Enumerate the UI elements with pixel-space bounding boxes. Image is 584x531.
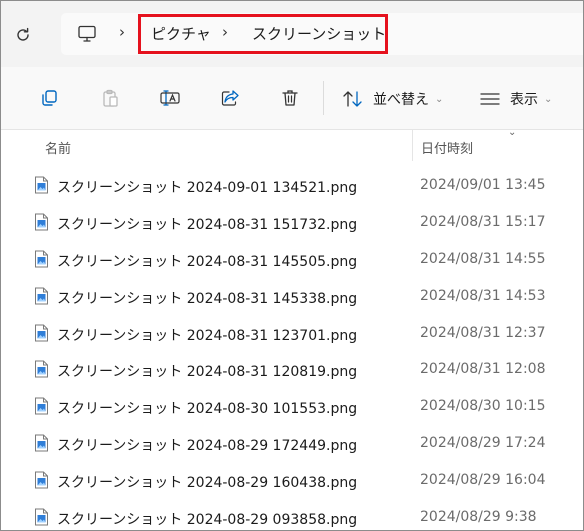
file-name: スクリーンショット 2024-09-01 134521.png	[57, 180, 358, 196]
file-name: スクリーンショット 2024-08-29 093858.png	[57, 512, 358, 529]
image-file-icon	[34, 508, 49, 530]
image-file-icon	[34, 324, 49, 346]
breadcrumb-separator[interactable]: ›	[119, 23, 125, 41]
image-file-icon	[34, 434, 49, 456]
command-bar: 並べ替え ⌄ 表示 ⌄	[1, 67, 583, 130]
toolbar-divider	[323, 81, 324, 115]
image-file-icon	[34, 213, 49, 235]
highlight-box	[138, 14, 388, 54]
file-row[interactable]: スクリーンショット 2024-08-31 123701.png 2024/08/3…	[1, 315, 583, 352]
file-date: 2024/08/29 9:38	[420, 509, 537, 526]
refresh-icon	[17, 27, 29, 41]
file-date: 2024/08/30 10:15	[420, 398, 546, 415]
file-list: スクリーンショット 2024-09-01 134521.png 2024/09/0…	[1, 167, 583, 530]
sort-label: 並べ替え	[373, 92, 429, 108]
file-row[interactable]: スクリーンショット 2024-08-29 172449.png 2024/08/2…	[1, 425, 583, 462]
column-header-name[interactable]: 名前	[45, 138, 71, 157]
image-file-icon	[34, 360, 49, 382]
address-bar: › ピクチャ › スクリーンショット	[1, 1, 583, 67]
view-label: 表示	[510, 92, 538, 108]
file-date: 2024/08/31 12:08	[420, 361, 546, 378]
sort-icon	[343, 91, 362, 107]
copy-icon	[42, 90, 57, 106]
delete-icon	[282, 90, 298, 106]
image-file-icon	[34, 250, 49, 272]
file-name: スクリーンショット 2024-08-30 101553.png	[57, 401, 358, 418]
share-button[interactable]	[217, 85, 243, 111]
rename-button[interactable]	[157, 85, 183, 111]
column-header-date[interactable]: 日付時刻	[421, 138, 473, 157]
file-date: 2024/09/01 13:45	[420, 177, 546, 193]
share-icon	[221, 90, 239, 106]
view-menu-button[interactable]: 表示 ⌄	[479, 87, 552, 111]
file-date: 2024/08/31 14:53	[420, 287, 546, 304]
file-row[interactable]: スクリーンショット 2024-08-31 145338.png 2024/08/3…	[1, 278, 583, 315]
file-row[interactable]: スクリーンショット 2024-09-01 134521.png 2024/09/0…	[1, 167, 583, 204]
image-file-icon	[34, 176, 49, 198]
file-date: 2024/08/31 15:17	[420, 213, 546, 230]
file-explorer-window: › ピクチャ › スクリーンショット 並べ替え ⌄ 表示 ⌄ 名前 ⌄ 日付時刻…	[0, 0, 584, 531]
file-name: スクリーンショット 2024-08-29 172449.png	[57, 438, 358, 455]
sort-menu-button[interactable]: 並べ替え ⌄	[342, 87, 443, 111]
chevron-down-icon: ⌄	[435, 93, 444, 105]
image-file-icon	[34, 397, 49, 419]
file-name: スクリーンショット 2024-08-31 145505.png	[57, 253, 358, 270]
column-header: 名前 ⌄ 日付時刻	[1, 127, 583, 161]
file-row[interactable]: スクリーンショット 2024-08-29 160438.png 2024/08/2…	[1, 462, 583, 499]
chevron-down-icon: ⌄	[544, 93, 553, 105]
file-name: スクリーンショット 2024-08-31 120819.png	[57, 364, 358, 381]
file-name: スクリーンショット 2024-08-31 151732.png	[57, 216, 358, 233]
refresh-button[interactable]	[11, 23, 35, 47]
sort-descending-icon: ⌄	[508, 127, 517, 138]
file-name: スクリーンショット 2024-08-31 123701.png	[57, 327, 358, 344]
file-date: 2024/08/31 14:55	[420, 250, 546, 267]
file-row[interactable]: スクリーンショット 2024-08-31 145505.png 2024/08/3…	[1, 241, 583, 278]
paste-button[interactable]	[97, 85, 123, 111]
file-date: 2024/08/31 12:37	[420, 324, 546, 341]
breadcrumb[interactable]: › ピクチャ › スクリーンショット	[61, 13, 583, 55]
file-row[interactable]: スクリーンショット 2024-08-29 093858.png 2024/08/2…	[1, 499, 583, 530]
paste-icon	[103, 89, 118, 107]
delete-button[interactable]	[277, 85, 303, 111]
file-row[interactable]: スクリーンショット 2024-08-31 151732.png 2024/08/3…	[1, 204, 583, 241]
view-list-icon	[480, 93, 500, 105]
file-row[interactable]: スクリーンショット 2024-08-31 120819.png 2024/08/3…	[1, 351, 583, 388]
file-name: スクリーンショット 2024-08-31 145338.png	[57, 290, 358, 307]
file-row[interactable]: スクリーンショット 2024-08-30 101553.png 2024/08/3…	[1, 388, 583, 425]
image-file-icon	[34, 287, 49, 309]
rename-icon	[160, 90, 180, 106]
image-file-icon	[34, 471, 49, 493]
file-date: 2024/08/29 17:24	[420, 435, 546, 452]
file-date: 2024/08/29 16:04	[420, 472, 546, 489]
computer-icon[interactable]	[77, 25, 97, 47]
copy-button[interactable]	[36, 85, 62, 111]
column-divider[interactable]	[412, 129, 413, 161]
file-name: スクリーンショット 2024-08-29 160438.png	[57, 475, 358, 492]
